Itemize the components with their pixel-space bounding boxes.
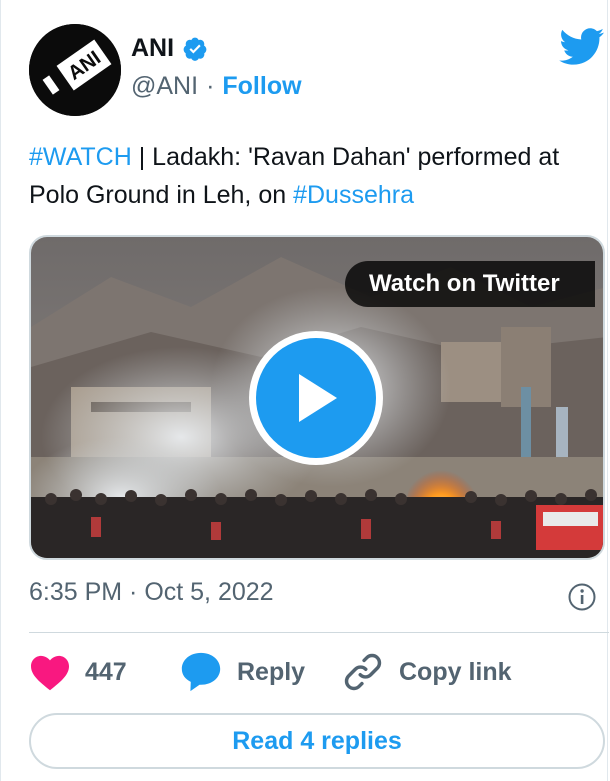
link-icon xyxy=(344,653,382,691)
twitter-bird-icon[interactable] xyxy=(559,28,605,66)
tweet-text: #WATCH | Ladakh: 'Ravan Dahan' performed… xyxy=(29,138,589,214)
copy-link-label: Copy link xyxy=(399,657,512,686)
info-icon[interactable] xyxy=(567,582,597,612)
play-button[interactable] xyxy=(249,331,383,465)
read-replies-button[interactable]: Read 4 replies xyxy=(29,713,605,769)
like-action[interactable]: 447 xyxy=(29,648,127,696)
author-handle-row: @ANI · Follow xyxy=(131,72,302,101)
author-name[interactable]: ANI xyxy=(131,34,174,63)
video-thumbnail[interactable]: Watch on Twitter xyxy=(29,235,605,560)
like-count: 447 xyxy=(85,657,127,686)
reply-bubble-icon xyxy=(181,652,221,692)
separator-dot: · xyxy=(206,72,215,100)
play-button-inner xyxy=(256,338,376,458)
heart-icon xyxy=(31,655,69,691)
follow-button[interactable]: Follow xyxy=(222,72,301,101)
action-bar: 447 Reply Copy link xyxy=(29,648,589,696)
divider xyxy=(29,632,609,633)
hashtag-watch[interactable]: #WATCH xyxy=(29,143,132,171)
tweet-timestamp[interactable]: 6:35 PM · Oct 5, 2022 xyxy=(29,578,274,607)
copy-link-action[interactable]: Copy link xyxy=(341,648,512,696)
reply-label: Reply xyxy=(237,657,306,686)
author-name-row: ANI xyxy=(131,34,208,63)
watch-on-twitter-badge[interactable]: Watch on Twitter xyxy=(345,261,595,307)
verified-badge-icon xyxy=(183,37,207,61)
ani-logo-icon: ANI xyxy=(29,24,121,116)
reply-action[interactable]: Reply xyxy=(179,648,305,696)
read-replies-label: Read 4 replies xyxy=(232,726,402,755)
play-icon xyxy=(299,374,337,422)
avatar[interactable]: ANI xyxy=(29,24,121,116)
hashtag-dussehra[interactable]: #Dussehra xyxy=(293,181,414,209)
watch-on-twitter-label: Watch on Twitter xyxy=(369,270,560,297)
author-handle[interactable]: @ANI xyxy=(131,72,198,101)
tweet-card: ANI ANI @ANI · Follow #WATCH | Ladakh: '… xyxy=(0,0,609,781)
